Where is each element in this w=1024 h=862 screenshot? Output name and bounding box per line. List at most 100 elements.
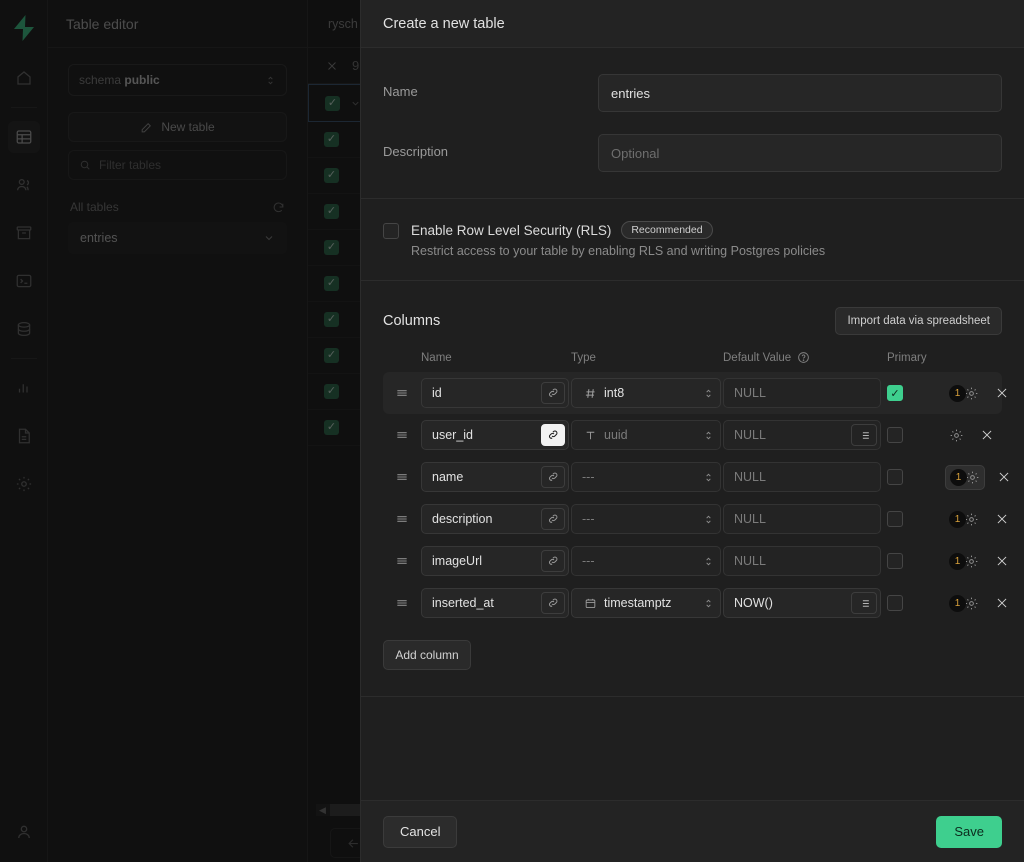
app-root: Table editor schema public New table <box>0 0 1024 862</box>
column-name-value: inserted_at <box>432 596 494 610</box>
foreign-key-link-icon[interactable] <box>541 550 565 572</box>
gear-icon <box>964 386 979 401</box>
column-default-input[interactable]: NULL <box>723 546 881 576</box>
remove-column-button[interactable] <box>997 470 1011 484</box>
table-description-input[interactable]: Optional <box>598 134 1002 172</box>
column-type-select[interactable]: --- <box>571 546 721 576</box>
foreign-key-link-icon[interactable] <box>541 466 565 488</box>
column-default-value: NULL <box>734 470 766 484</box>
columns-section: Columns Import data via spreadsheet Name… <box>361 281 1024 697</box>
column-type-select[interactable]: --- <box>571 504 721 534</box>
cancel-button[interactable]: Cancel <box>383 815 458 848</box>
gear-icon <box>964 512 979 527</box>
column-name-input[interactable]: id <box>421 378 569 408</box>
column-name-value: description <box>432 512 493 526</box>
drag-handle-icon[interactable] <box>383 512 421 526</box>
panel-title: Create a new table <box>383 15 505 32</box>
col-header-default: Default Value <box>723 351 792 364</box>
create-table-panel: Create a new table Name entries Descript… <box>360 0 1024 862</box>
panel-header: Create a new table <box>361 0 1024 48</box>
gear-icon <box>949 428 964 443</box>
gear-icon <box>964 596 979 611</box>
column-default-value: NULL <box>734 428 766 442</box>
primary-key-checkbox[interactable] <box>887 511 903 527</box>
column-type-value: uuid <box>604 428 628 442</box>
column-name-value: id <box>432 386 442 400</box>
column-default-input[interactable]: NULL <box>723 378 881 408</box>
column-settings-button[interactable] <box>945 425 968 446</box>
rls-title: Enable Row Level Security (RLS) <box>411 222 612 238</box>
column-type-value: --- <box>582 470 595 484</box>
column-default-input[interactable]: NULL <box>723 420 881 450</box>
save-button[interactable]: Save <box>936 815 1002 848</box>
foreign-key-link-icon[interactable] <box>541 592 565 614</box>
column-default-value: NULL <box>734 386 766 400</box>
drag-handle-icon[interactable] <box>383 470 421 484</box>
primary-key-checkbox[interactable] <box>887 427 903 443</box>
name-field-row: Name entries <box>383 74 1002 112</box>
column-name-input[interactable]: user_id <box>421 420 569 450</box>
remove-column-button[interactable] <box>995 554 1009 568</box>
col-header-name: Name <box>421 351 452 364</box>
description-field-row: Description Optional <box>383 134 1002 172</box>
default-value-options-icon[interactable] <box>851 424 877 446</box>
table-name-input[interactable]: entries <box>598 74 1002 112</box>
column-settings-button[interactable]: 1 <box>945 464 985 490</box>
column-settings-button[interactable]: 1 <box>945 508 983 531</box>
chevron-updown-icon <box>703 388 717 399</box>
enable-rls-checkbox[interactable] <box>383 223 399 239</box>
drag-handle-icon[interactable] <box>383 428 421 442</box>
column-type-value: --- <box>582 512 595 526</box>
remove-column-button[interactable] <box>995 512 1009 526</box>
column-type-select[interactable]: int8 <box>571 378 721 408</box>
column-default-value: NOW() <box>734 596 773 610</box>
columns-table-header: Name Type Default Value Primary <box>383 351 1002 372</box>
remove-column-button[interactable] <box>995 386 1009 400</box>
column-settings-button[interactable]: 1 <box>945 550 983 573</box>
column-settings-button[interactable]: 1 <box>945 592 983 615</box>
column-name-value: name <box>432 470 464 484</box>
settings-count-badge: 1 <box>950 468 967 486</box>
column-name-input[interactable]: name <box>421 462 569 492</box>
settings-count-badge: 1 <box>949 384 966 402</box>
import-spreadsheet-button[interactable]: Import data via spreadsheet <box>835 307 1002 335</box>
default-value-options-icon[interactable] <box>851 592 877 614</box>
column-default-input[interactable]: NULL <box>723 504 881 534</box>
column-settings-button[interactable]: 1 <box>945 382 983 405</box>
settings-count-badge: 1 <box>949 594 966 612</box>
text-icon <box>582 429 598 442</box>
primary-key-checkbox[interactable] <box>887 553 903 569</box>
gear-icon <box>965 470 980 485</box>
primary-key-checkbox[interactable]: ✓ <box>887 385 903 401</box>
remove-column-button[interactable] <box>995 596 1009 610</box>
drag-handle-icon[interactable] <box>383 596 421 610</box>
column-type-select[interactable]: timestamptz <box>571 588 721 618</box>
panel-footer: Cancel Save <box>361 800 1024 862</box>
settings-count-badge: 1 <box>949 510 966 528</box>
foreign-key-link-icon[interactable] <box>541 382 565 404</box>
column-type-select[interactable]: --- <box>571 462 721 492</box>
col-header-primary: Primary <box>887 351 927 364</box>
column-name-input[interactable]: inserted_at <box>421 588 569 618</box>
drag-handle-icon[interactable] <box>383 386 421 400</box>
rls-subtitle: Restrict access to your table by enablin… <box>411 244 826 258</box>
column-type-value: --- <box>582 554 595 568</box>
primary-key-checkbox[interactable] <box>887 469 903 485</box>
column-default-input[interactable]: NULL <box>723 462 881 492</box>
chevron-updown-icon <box>703 556 717 567</box>
primary-key-checkbox[interactable] <box>887 595 903 611</box>
help-circle-icon[interactable] <box>797 351 810 364</box>
column-name-input[interactable]: description <box>421 504 569 534</box>
column-row: id int8 NULL ✓ 1 <box>383 372 1007 414</box>
foreign-key-link-icon[interactable] <box>541 424 565 446</box>
col-header-type: Type <box>571 351 596 364</box>
column-name-input[interactable]: imageUrl <box>421 546 569 576</box>
remove-column-button[interactable] <box>980 428 994 442</box>
foreign-key-link-icon[interactable] <box>541 508 565 530</box>
column-type-select[interactable]: uuid <box>571 420 721 450</box>
column-default-input[interactable]: NOW() <box>723 588 881 618</box>
drag-handle-icon[interactable] <box>383 554 421 568</box>
add-column-button[interactable]: Add column <box>383 640 471 670</box>
column-row: imageUrl --- NULL 1 <box>383 540 1007 582</box>
chevron-updown-icon <box>703 430 717 441</box>
